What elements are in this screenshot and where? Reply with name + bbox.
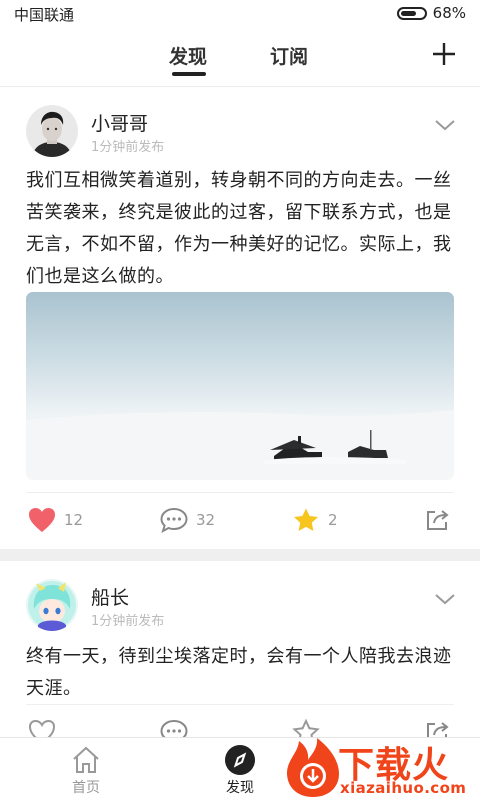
- post-divider: [26, 704, 454, 705]
- tab-subscribe[interactable]: 订阅: [270, 42, 308, 69]
- comment-icon: [160, 507, 188, 533]
- favorite-count: 2: [328, 511, 338, 529]
- star-icon: [294, 508, 318, 531]
- snow-landscape-image: [26, 292, 454, 480]
- avatar[interactable]: [26, 579, 78, 631]
- nav-discover[interactable]: 发现: [205, 744, 275, 797]
- watermark-url: xiazaihuo.com: [340, 779, 467, 797]
- watermark-logo: 下载火 xiazaihuo.com: [284, 734, 480, 800]
- add-icon[interactable]: [432, 42, 456, 66]
- avatar[interactable]: [26, 105, 78, 157]
- post-image[interactable]: [26, 292, 454, 480]
- post-timestamp: 1分钟前发布: [91, 140, 165, 155]
- share-icon[interactable]: [425, 508, 451, 532]
- favorite-button[interactable]: 2: [292, 507, 338, 533]
- like-button[interactable]: 12: [28, 507, 83, 533]
- heart-icon: [29, 508, 55, 532]
- active-tab-indicator: [172, 72, 206, 76]
- post-text: 终有一天，待到尘埃落定时，会有一个人陪我去浪迹天涯。: [26, 646, 452, 699]
- flame-logo-icon: [287, 738, 339, 797]
- home-icon: [73, 746, 99, 773]
- comment-icon[interactable]: [160, 719, 188, 737]
- status-bar: 中国联通 68%: [0, 0, 480, 26]
- like-count: 12: [64, 511, 84, 529]
- heart-outline-icon[interactable]: [28, 719, 56, 737]
- nav-home[interactable]: 首页: [51, 744, 121, 797]
- comment-count: 32: [196, 511, 216, 529]
- chevron-down-icon[interactable]: [434, 118, 456, 132]
- post-divider: [26, 492, 454, 493]
- nav-discover-label: 发现: [226, 780, 254, 796]
- top-nav: 发现 订阅: [0, 26, 480, 87]
- comment-button[interactable]: 32: [160, 507, 215, 533]
- battery-icon: [396, 6, 427, 20]
- post-username[interactable]: 船长: [91, 583, 129, 610]
- post-card: 船长 1分钟前发布 终有一天，待到尘埃落定时，会有一个人陪我去浪迹天涯。: [0, 561, 480, 737]
- section-divider: [0, 549, 480, 561]
- compass-icon: [225, 745, 255, 775]
- nav-home-label: 首页: [72, 780, 100, 796]
- battery-percent: 68%: [432, 4, 466, 22]
- post-card: 小哥哥 1分钟前发布 我们互相微笑着道别，转身朝不同的方向走去。一丝苦笑袭来，终…: [0, 87, 480, 549]
- post-username[interactable]: 小哥哥: [91, 109, 148, 136]
- chevron-down-icon[interactable]: [434, 592, 456, 606]
- avatar-anime-icon: [26, 579, 78, 631]
- avatar-man-icon: [26, 105, 78, 157]
- battery-indicator: 68%: [396, 3, 466, 23]
- tab-discover[interactable]: 发现: [169, 42, 207, 69]
- carrier-name: 中国联通: [14, 6, 75, 24]
- post-text: 我们互相微笑着道别，转身朝不同的方向走去。一丝苦笑袭来，终究是彼此的过客，留下联…: [26, 170, 452, 287]
- post-timestamp: 1分钟前发布: [91, 614, 165, 629]
